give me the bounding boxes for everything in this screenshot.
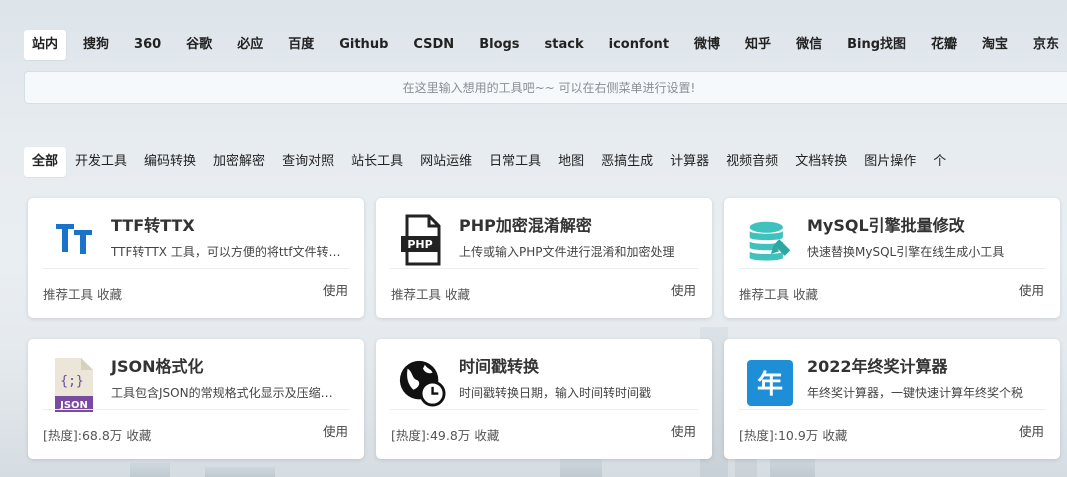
svg-text:PHP: PHP — [407, 238, 432, 251]
favorite-button[interactable]: 收藏 — [97, 287, 122, 302]
svg-text:{;}: {;} — [60, 374, 83, 389]
search-tab-zhihu[interactable]: 知乎 — [737, 30, 779, 60]
card-divider — [42, 268, 350, 269]
tool-title[interactable]: 2022年终奖计算器 — [807, 353, 948, 377]
tool-meta: [热度]:49.8万 收藏 — [391, 425, 499, 444]
tool-card[interactable]: MySQL引擎批量修改 快速替换MySQL引擎在线生成小工具 推荐工具 收藏 使用 — [724, 198, 1060, 318]
use-button[interactable]: 使用 — [671, 421, 696, 440]
tool-title[interactable]: PHP加密混淆解密 — [459, 212, 592, 236]
search-tab-huaban[interactable]: 花瓣 — [923, 30, 965, 60]
search-input[interactable] — [25, 72, 1067, 103]
tool-meta: [热度]:10.9万 收藏 — [739, 425, 847, 444]
tool-card[interactable]: 年 2022年终奖计算器 年终奖计算器，一键快速计算年终奖个税 [热度]:10.… — [724, 339, 1060, 459]
search-tab-360[interactable]: 360 — [126, 30, 169, 60]
favorite-button[interactable]: 收藏 — [822, 428, 847, 443]
search-tab-taobao[interactable]: 淘宝 — [974, 30, 1016, 60]
category-tab-personal[interactable]: 个 — [925, 147, 954, 177]
favorite-button[interactable]: 收藏 — [793, 287, 818, 302]
category-tab-documents[interactable]: 文档转换 — [787, 147, 855, 177]
tool-description: 年终奖计算器，一键快速计算年终奖个税 — [807, 386, 1024, 400]
tool-title[interactable]: 时间戳转换 — [459, 353, 539, 377]
use-button[interactable]: 使用 — [323, 280, 348, 299]
tool-heat: [热度]:68.8万 — [43, 428, 123, 443]
search-tab-bing[interactable]: 必应 — [229, 30, 271, 60]
category-tab-webmaster[interactable]: 站长工具 — [343, 147, 411, 177]
card-divider — [390, 268, 698, 269]
tool-description: 快速替换MySQL引擎在线生成小工具 — [807, 245, 1005, 259]
use-button[interactable]: 使用 — [671, 280, 696, 299]
search-tab-blogs[interactable]: Blogs — [471, 30, 527, 60]
search-tab-stack[interactable]: stack — [537, 30, 592, 60]
tool-card[interactable]: TTF转TTX TTF转TTX 工具，可以方便的将ttf文件转换为ttx 推荐工… — [28, 198, 364, 318]
ttf-font-icon — [50, 214, 98, 262]
search-tab-csdn[interactable]: CSDN — [405, 30, 462, 60]
use-button[interactable]: 使用 — [323, 421, 348, 440]
category-tabs: 全部 开发工具 编码转换 加密解密 查询对照 站长工具 网站运维 日常工具 地图… — [24, 146, 1067, 178]
search-box — [24, 71, 1067, 104]
tool-heat: [热度]:10.9万 — [739, 428, 819, 443]
tool-card[interactable]: {;} JSON JSON格式化 工具包含JSON的常规格式化显示及压缩转义 [… — [28, 339, 364, 459]
use-button[interactable]: 使用 — [1019, 280, 1044, 299]
tool-meta: 推荐工具 收藏 — [391, 284, 470, 303]
search-engine-tabs: 站内 搜狗 360 谷歌 必应 百度 Github CSDN Blogs sta… — [24, 29, 1067, 61]
database-icon — [746, 214, 794, 262]
favorite-button[interactable]: 收藏 — [445, 287, 470, 302]
category-tab-fun[interactable]: 恶搞生成 — [593, 147, 661, 177]
category-tab-ops[interactable]: 网站运维 — [412, 147, 480, 177]
category-tab-map[interactable]: 地图 — [550, 147, 592, 177]
category-tab-lookup[interactable]: 查询对照 — [274, 147, 342, 177]
tool-tag: 推荐工具 — [43, 287, 94, 302]
category-tab-daily[interactable]: 日常工具 — [481, 147, 549, 177]
tool-title[interactable]: TTF转TTX — [111, 212, 195, 236]
tool-heat: [热度]:49.8万 — [391, 428, 471, 443]
search-tab-weibo[interactable]: 微博 — [686, 30, 728, 60]
tool-title[interactable]: MySQL引擎批量修改 — [807, 212, 965, 236]
tool-description: 上传或输入PHP文件进行混淆和加密处理 — [459, 245, 675, 259]
tool-meta: 推荐工具 收藏 — [43, 284, 122, 303]
tool-meta: 推荐工具 收藏 — [739, 284, 818, 303]
search-tab-jd[interactable]: 京东 — [1025, 30, 1067, 60]
category-tab-calculator[interactable]: 计算器 — [662, 147, 717, 177]
search-tab-google[interactable]: 谷歌 — [178, 30, 220, 60]
card-divider — [42, 409, 350, 410]
category-tab-images[interactable]: 图片操作 — [856, 147, 924, 177]
use-button[interactable]: 使用 — [1019, 421, 1044, 440]
category-tab-encoding[interactable]: 编码转换 — [136, 147, 204, 177]
search-tab-iconfont[interactable]: iconfont — [601, 30, 677, 60]
tool-card[interactable]: 时间戳转换 时间戳转换日期，输入时间转时间戳 [热度]:49.8万 收藏 使用 — [376, 339, 712, 459]
favorite-button[interactable]: 收藏 — [126, 428, 151, 443]
search-tab-bing-images[interactable]: Bing找图 — [839, 30, 914, 60]
php-file-icon: PHP — [398, 214, 446, 266]
search-tab-wechat[interactable]: 微信 — [788, 30, 830, 60]
tool-description: 时间戳转换日期，输入时间转时间戳 — [459, 386, 652, 400]
category-tab-crypto[interactable]: 加密解密 — [205, 147, 273, 177]
year-calendar-icon: 年 — [746, 355, 794, 406]
tool-title[interactable]: JSON格式化 — [111, 353, 203, 377]
tool-tag: 推荐工具 — [739, 287, 790, 302]
search-tab-site[interactable]: 站内 — [24, 30, 67, 60]
tool-card[interactable]: PHP PHP加密混淆解密 上传或输入PHP文件进行混淆和加密处理 推荐工具 收藏… — [376, 198, 712, 318]
category-tab-all[interactable]: 全部 — [24, 147, 67, 177]
card-divider — [738, 268, 1046, 269]
tool-description: 工具包含JSON的常规格式化显示及压缩转义 — [111, 386, 341, 400]
search-tab-github[interactable]: Github — [331, 30, 396, 60]
card-divider — [390, 409, 698, 410]
tool-tag: 推荐工具 — [391, 287, 442, 302]
json-file-icon: {;} JSON — [50, 355, 98, 412]
category-tab-dev-tools[interactable]: 开发工具 — [67, 147, 135, 177]
card-divider — [738, 409, 1046, 410]
favorite-button[interactable]: 收藏 — [474, 428, 499, 443]
search-tab-sogou[interactable]: 搜狗 — [75, 30, 117, 60]
globe-clock-icon — [398, 355, 446, 407]
svg-text:年: 年 — [757, 369, 783, 400]
tool-meta: [热度]:68.8万 收藏 — [43, 425, 151, 444]
category-tab-media[interactable]: 视频音频 — [718, 147, 786, 177]
search-tab-baidu[interactable]: 百度 — [280, 30, 322, 60]
tool-description: TTF转TTX 工具，可以方便的将ttf文件转换为ttx — [111, 245, 341, 259]
